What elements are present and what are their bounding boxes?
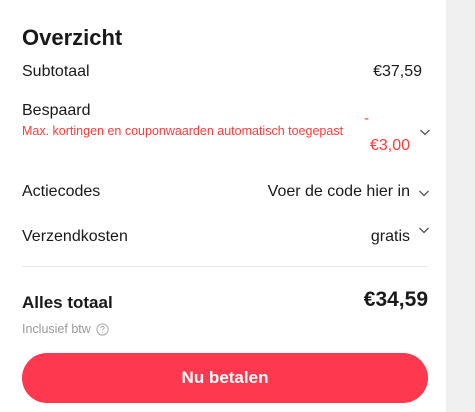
- vat-note-text: Inclusief btw: [22, 322, 91, 336]
- promo-label: Actiecodes: [22, 183, 101, 200]
- divider: [22, 266, 428, 267]
- savings-sign: -: [364, 110, 369, 127]
- chevron-down-icon[interactable]: [418, 187, 430, 199]
- shipping-label: Verzendkosten: [22, 228, 128, 245]
- shipping-value: gratis: [370, 228, 410, 245]
- promo-code-input[interactable]: Voer de code hier in: [268, 183, 410, 201]
- savings-note: Max. kortingen en couponwaarden automati…: [22, 124, 344, 138]
- summary-title: Overzicht: [22, 25, 123, 50]
- order-summary-panel: Overzicht Subtotaal €37,59 Bespaard Max.…: [0, 0, 446, 412]
- subtotal-label: Subtotaal: [22, 63, 90, 80]
- savings-label: Bespaard: [22, 102, 91, 119]
- chevron-down-icon[interactable]: [418, 224, 430, 236]
- total-label: Alles totaal: [22, 293, 113, 312]
- chevron-down-icon[interactable]: [419, 126, 431, 138]
- help-circle-icon[interactable]: [96, 322, 109, 336]
- vat-note: Inclusief btw: [22, 322, 109, 336]
- total-value: €34,59: [363, 288, 428, 311]
- savings-value: €3,00: [369, 137, 410, 154]
- pay-now-button[interactable]: Nu betalen: [22, 353, 428, 403]
- subtotal-value: €37,59: [373, 63, 422, 80]
